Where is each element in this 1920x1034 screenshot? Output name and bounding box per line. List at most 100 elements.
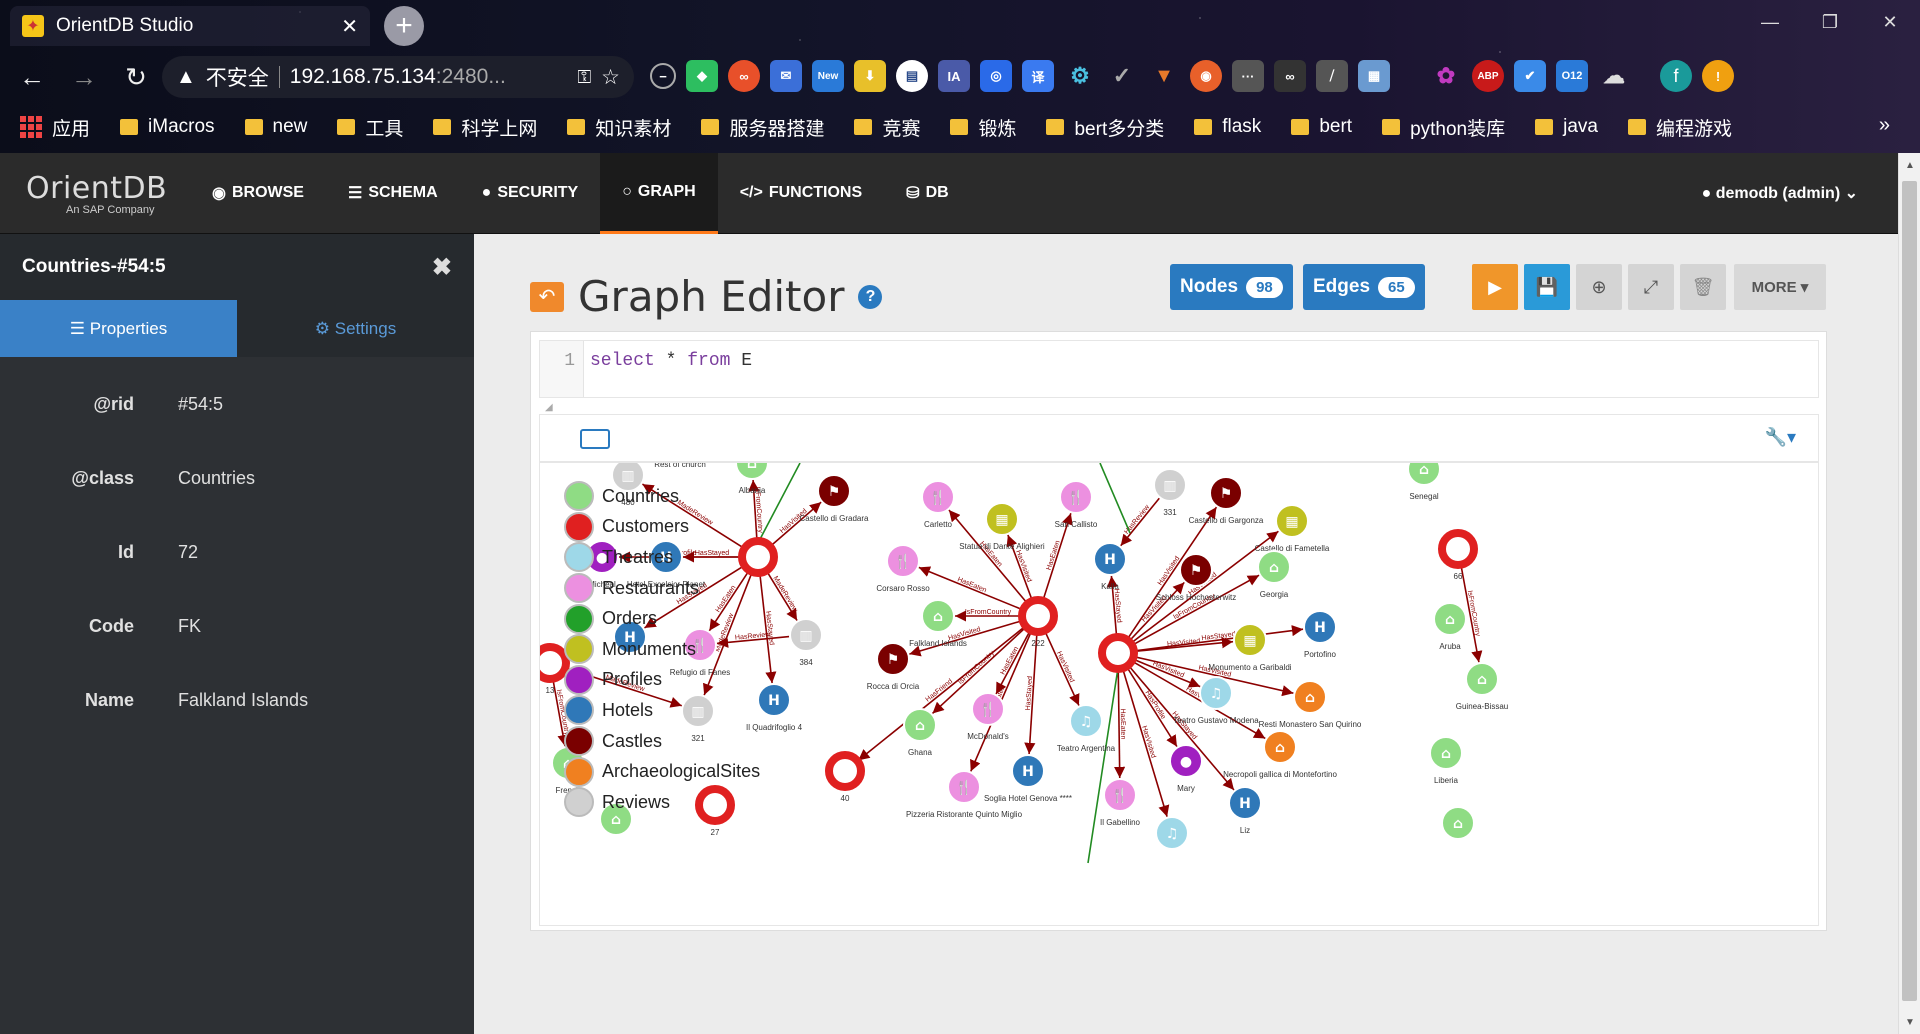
bookmark-folder[interactable]: iMacros [120,116,215,138]
graph-node[interactable]: ▥ 331 [1153,468,1187,517]
more-button[interactable]: MORE ▾ [1734,264,1826,310]
edges-counter[interactable]: Edges 65 [1303,264,1425,310]
add-vertex-button[interactable]: ⊕ [1576,264,1622,310]
alert-icon[interactable]: ! [1702,60,1734,92]
target-icon[interactable]: ◉ [1190,60,1222,92]
node-circle[interactable] [540,643,570,683]
bookmark-folder[interactable]: flask [1194,116,1261,138]
graph-node[interactable]: ⌂ Necropoli gallica di Montefortino [1223,730,1337,779]
legend-item[interactable]: Castles [564,726,760,757]
graph-edge[interactable] [770,501,822,547]
cloud-icon[interactable]: ☁ [1598,60,1630,92]
graph-node[interactable]: ⌂ Georgia [1257,550,1291,599]
scroll-thumb[interactable] [1902,181,1917,1001]
resize-handle-icon[interactable]: ◢ [545,402,553,413]
bookmark-folder[interactable]: new [244,116,307,138]
legend-item[interactable]: Restaurants [564,573,760,604]
graph-edge[interactable] [1099,463,1131,534]
wrench-icon[interactable]: 🔧▾ [1765,427,1796,448]
graph-node[interactable]: ▦ Castello di Fametella [1255,504,1330,553]
graph-node[interactable]: ⚑ Castello di Gargonza [1189,476,1264,525]
user-menu[interactable]: ● demodb (admin) ⌄ [1702,183,1858,203]
baidu-icon[interactable]: ◎ [980,60,1012,92]
graph-node[interactable]: 40 [825,751,865,803]
query-editor[interactable]: 1 select * from E [539,340,1819,398]
graph-node[interactable]: ● Mary [1169,744,1203,793]
legend-item[interactable]: ArchaeologicalSites [564,756,760,787]
fullscreen-button[interactable]: ⤢ [1628,264,1674,310]
ia-icon[interactable]: IA [938,60,970,92]
infinity-icon[interactable]: ∞ [728,60,760,92]
address-bar[interactable]: ▲ 不安全 192.168.75.134:2480... ⚿ ☆ [162,56,634,98]
evernote-icon[interactable]: ◆ [686,60,718,92]
mail-icon[interactable]: ✉ [770,60,802,92]
legend-item[interactable]: Monuments [564,634,760,665]
image-icon[interactable]: ▦ [1358,60,1390,92]
glasses-icon[interactable]: ∞ [1274,60,1306,92]
nav-security[interactable]: ● SECURITY [460,153,601,234]
browser-tab[interactable]: ✦ OrientDB Studio ✕ [10,6,370,46]
legend-item[interactable]: Countries [564,481,760,512]
nav-browse[interactable]: ◉ BROWSE [190,153,326,234]
help-icon[interactable]: ? [858,284,883,309]
graph-edge[interactable] [995,630,1031,695]
key-icon[interactable]: ⚿ [577,67,591,88]
keyboard-icon[interactable] [580,429,610,449]
legend-item[interactable]: Hotels [564,695,760,726]
bookmark-folder[interactable]: 知识素材 [567,114,671,141]
graph-node[interactable]: 🍴 McDonald's [967,692,1009,741]
bookmark-folder[interactable]: 科学上网 [433,114,537,141]
page-scrollbar[interactable]: ▲ ▼ [1898,153,1920,1034]
graph-node[interactable]: ⚑ Rocca di Orcia [867,642,920,691]
back-arrow-icon[interactable]: ↶ [530,281,564,312]
tab-settings[interactable]: ⚙ Settings [237,300,474,357]
graph-node[interactable]: Rest of church [654,463,706,469]
run-button[interactable]: ▶ [1472,264,1518,310]
check-icon[interactable]: ✓ [1106,60,1138,92]
graph-node[interactable]: ⌂ Guinea-Bissau [1456,662,1508,711]
bookmark-apps[interactable]: 应用 [20,114,90,141]
graph-node[interactable]: ⚑ Castello di Gradara [800,474,869,523]
node-circle[interactable] [1438,529,1478,569]
candy-icon[interactable]: ✿ [1430,60,1462,92]
graph-node[interactable]: ⌂ Ghana [903,708,937,757]
graph-node[interactable]: ⌂ [1441,806,1475,840]
gear-icon[interactable]: ⚙ [1064,60,1096,92]
graph-edge[interactable] [1044,631,1080,706]
translate-icon[interactable]: 译 [1022,60,1054,92]
graph-node[interactable]: H Portofino [1303,610,1337,659]
close-window-icon[interactable]: ✕ [1860,0,1920,44]
profile-avatar[interactable]: f [1660,60,1692,92]
save-button[interactable]: 💾 [1524,264,1570,310]
bookmark-folder[interactable]: 锻炼 [950,114,1016,141]
o12-icon[interactable]: O12 [1556,60,1588,92]
minus-circle-icon[interactable]: − [650,63,676,89]
nav-db[interactable]: ⛁ DB [884,153,971,234]
node-circle[interactable] [825,751,865,791]
graph-node[interactable]: 🍴 Carletto [921,480,955,529]
bookmark-folder[interactable]: python装库 [1382,114,1505,141]
nav-schema[interactable]: ☰ SCHEMA [326,153,460,234]
bookmarks-overflow-icon[interactable]: » [1879,114,1890,137]
check-badge-icon[interactable]: ✔ [1514,60,1546,92]
bookmark-folder[interactable]: bert多分类 [1046,114,1164,141]
reader-icon[interactable]: ▤ [896,60,928,92]
minimize-icon[interactable]: — [1740,0,1800,44]
graph-node[interactable]: H Soglia Hotel Genova **** [984,754,1072,803]
close-tab-icon[interactable]: ✕ [341,14,358,39]
legend-item[interactable]: Reviews [564,787,760,818]
new-badge-icon[interactable]: New [812,60,844,92]
orientdb-logo[interactable]: OrientDB An SAP Company [0,153,170,234]
pin-icon[interactable]: ⬇ [854,60,886,92]
graph-edge[interactable] [1087,667,1119,864]
nav-functions[interactable]: </> FUNCTIONS [718,153,884,234]
graph-node[interactable]: 66 [1438,529,1478,581]
graph-node[interactable]: ♫ Teatro Gustavo Modena [1173,676,1259,725]
forward-icon[interactable]: → [64,57,104,97]
graph-node[interactable]: H Kalla [1093,542,1127,591]
graph-node[interactable] [1098,633,1138,673]
bookmark-folder[interactable]: 工具 [337,114,403,141]
scroll-down-icon[interactable]: ▼ [1899,1012,1920,1032]
bookmark-folder[interactable]: 竞赛 [854,114,920,141]
legend-item[interactable]: Profiles [564,664,760,696]
